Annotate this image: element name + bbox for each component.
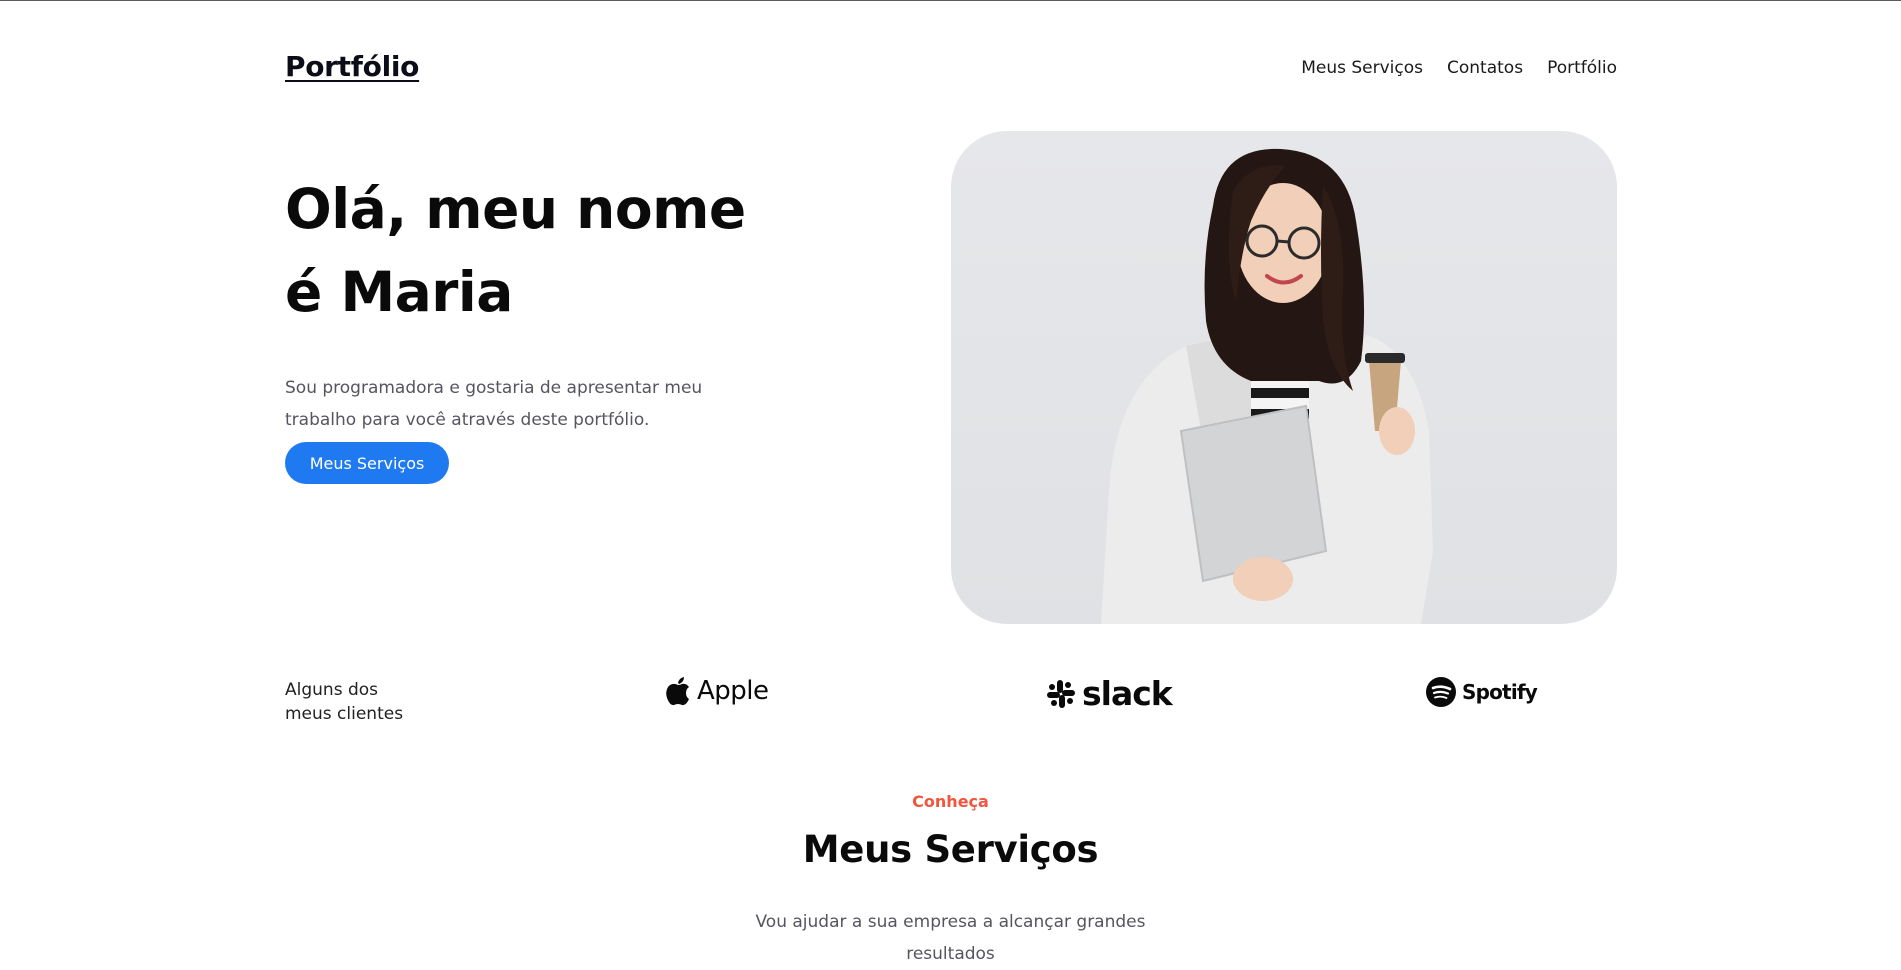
services-description: Vou ajudar a sua empresa a alcançar gran…	[755, 912, 1146, 964]
hero-services-button[interactable]: Meus Serviços	[285, 442, 449, 484]
services-eyebrow: Conheça	[912, 792, 989, 811]
main-nav: Meus Serviços Contatos Portfólio	[1301, 58, 1617, 78]
nav-link-services[interactable]: Meus Serviços	[1301, 58, 1423, 78]
apple-logo-icon	[666, 677, 689, 706]
site-logo[interactable]: Portfólio	[285, 50, 419, 83]
client-logo-slack: slack	[1046, 674, 1173, 713]
slack-logo-icon	[1047, 679, 1075, 708]
client-logo-spotify: Spotify	[1426, 677, 1538, 707]
client-name-slack: slack	[1082, 674, 1173, 713]
hero-description: Sou programadora e gostaria de apresenta…	[285, 378, 703, 430]
client-logo-apple: Apple	[665, 676, 769, 706]
hero-photo	[951, 131, 1617, 624]
services-title: Meus Serviços	[802, 828, 1099, 871]
clients-label-line-2: meus clientes	[285, 704, 404, 724]
hero-title: Olá, meu nome é Maria	[285, 168, 805, 334]
clients-label: Alguns dos meus clientes	[285, 678, 435, 726]
nav-link-portfolio[interactable]: Portfólio	[1547, 58, 1617, 78]
hero-title-line-2: é Maria	[285, 260, 513, 324]
client-name-apple: Apple	[697, 676, 769, 706]
spotify-logo-icon	[1426, 677, 1456, 707]
client-name-spotify: Spotify	[1462, 680, 1538, 704]
window-top-border	[0, 0, 1901, 1]
nav-link-contacts[interactable]: Contatos	[1447, 58, 1523, 78]
woman-portrait-illustration	[1101, 148, 1433, 624]
hero-title-line-1: Olá, meu nome	[285, 177, 746, 241]
clients-label-line-1: Alguns dos	[285, 680, 379, 700]
